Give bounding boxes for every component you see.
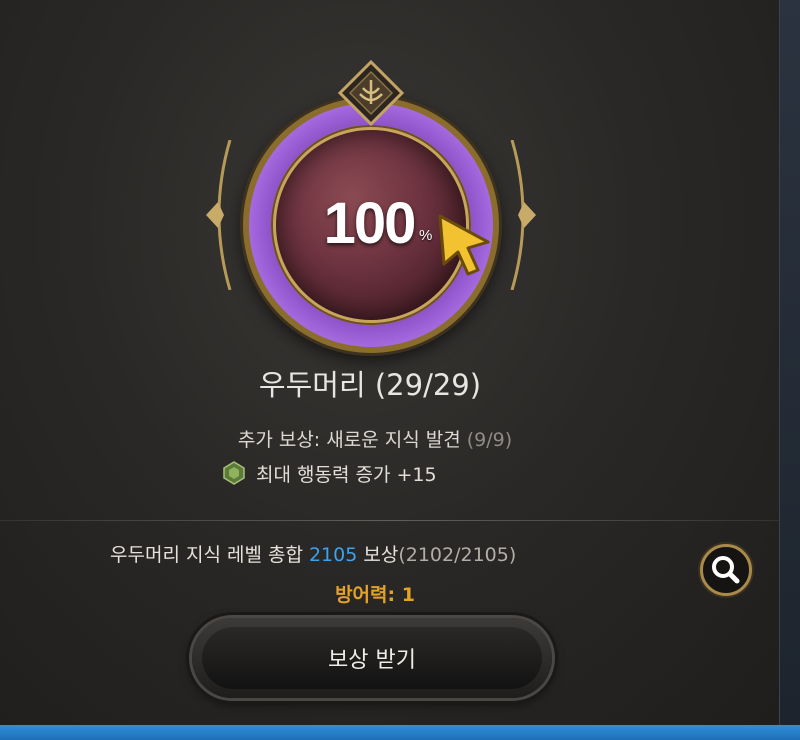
- total-level-value: 2105: [308, 544, 358, 566]
- crest-icon: [338, 60, 404, 126]
- stat-bonus-line: 최대 행동력 증가 +15: [222, 458, 437, 488]
- claim-reward-button[interactable]: 보상 받기: [192, 618, 552, 698]
- left-bracket-ornament: [206, 140, 232, 290]
- progress-percent-value: 100: [323, 191, 417, 256]
- defense-reward: 방어력: 1: [335, 584, 415, 606]
- bonus-reward-label: 추가 보상: 새로운 지식 발견: [237, 429, 461, 451]
- section-divider: [0, 520, 780, 521]
- bonus-reward-count: (9/9): [460, 429, 513, 451]
- stat-bonus-text: 최대 행동력 증가 +15: [256, 463, 437, 486]
- bottom-taskbar-strip: [0, 725, 800, 740]
- bonus-reward-line: 추가 보상: 새로운 지식 발견 (9/9): [0, 425, 750, 452]
- pointer-cursor-icon: [438, 214, 490, 276]
- right-edge-panel: [779, 0, 800, 725]
- total-level-line: 우두머리 지식 레벨 총합 2105 보상(2102/2105): [110, 540, 516, 567]
- total-level-count: (2102/2105): [398, 544, 517, 566]
- total-level-suffix: 보상: [357, 544, 399, 566]
- knowledge-panel: 100 % 우두머리 (29/29) 추가 보상: 새로운 지식 발견 (9/9…: [0, 0, 780, 725]
- right-bracket-ornament: [510, 140, 536, 290]
- progress-percent-unit: %: [419, 227, 433, 244]
- search-button[interactable]: [700, 544, 752, 596]
- knowledge-title: 우두머리 (29/29): [258, 368, 482, 402]
- magnifier-icon: [712, 556, 740, 584]
- progress-emblem: 100 %: [206, 55, 536, 355]
- total-level-prefix: 우두머리 지식 레벨 총합: [110, 544, 309, 566]
- claim-reward-label: 보상 받기: [202, 627, 542, 689]
- green-gem-icon: [223, 461, 245, 485]
